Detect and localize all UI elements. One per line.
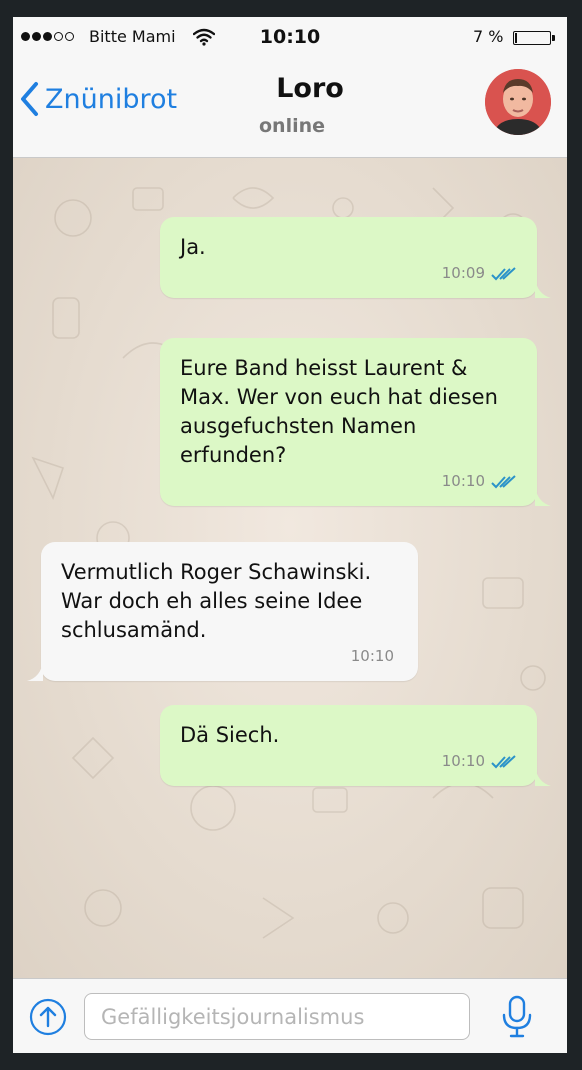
message-meta: 10:10: [442, 467, 517, 496]
double-check-icon: [491, 474, 516, 488]
message-time: 10:10: [350, 647, 394, 665]
message-line: ausgefuchsten Namen: [180, 414, 417, 438]
chat-header: Znünibrot Loro online: [13, 59, 567, 158]
message-line: Vermutlich Roger Schawinski.: [61, 560, 372, 584]
message-text: Ja.: [180, 233, 517, 262]
message-time: 10:10: [441, 472, 485, 490]
message-time: 10:09: [441, 264, 485, 282]
double-check-icon: [491, 266, 516, 280]
message-meta: 10:10: [442, 747, 517, 776]
message-bubble-outgoing[interactable]: Eure Band heisst Laurent & Max. Wer von …: [160, 338, 551, 506]
battery-percent: 7 %: [473, 27, 504, 46]
message-bubble-outgoing[interactable]: Ja. 10:09: [160, 217, 551, 298]
arrow-up-circle-icon[interactable]: [29, 998, 67, 1036]
bubble-tail: [535, 278, 551, 298]
phone-screen: Bitte Mami 10:10 7 % Znünibrot Loro onli…: [13, 17, 567, 1053]
message-text: Vermutlich Roger Schawinski. War doch eh…: [61, 558, 398, 645]
message-line: Dä Siech.: [180, 723, 280, 747]
message-text: Eure Band heisst Laurent & Max. Wer von …: [180, 354, 517, 470]
avatar[interactable]: [485, 69, 551, 135]
message-line: War doch eh alles seine Idee: [61, 589, 363, 613]
message-bubble-outgoing[interactable]: Dä Siech. 10:10: [160, 705, 551, 786]
message-line: schlusamänd.: [61, 618, 207, 642]
message-input[interactable]: [84, 993, 470, 1040]
bubble-tail: [535, 766, 551, 786]
battery-level: [515, 33, 518, 43]
microphone-icon[interactable]: [501, 995, 533, 1039]
status-bar: Bitte Mami 10:10 7 %: [13, 17, 567, 59]
message-bubble-incoming[interactable]: Vermutlich Roger Schawinski. War doch eh…: [27, 542, 418, 681]
avatar-photo: [485, 69, 551, 135]
message-meta: 10:10: [351, 642, 394, 671]
double-check-icon: [491, 754, 516, 768]
chat-area[interactable]: Ja. 10:09 Eure Band heisst Laurent & Max…: [13, 158, 567, 978]
message-meta: 10:09: [442, 259, 517, 288]
message-time: 10:10: [441, 752, 485, 770]
message-text: Dä Siech.: [180, 721, 517, 750]
battery-icon: [513, 31, 555, 45]
contact-name[interactable]: Loro: [13, 73, 567, 104]
message-line: Max. Wer von euch hat diesen: [180, 385, 498, 409]
message-line: Eure Band heisst Laurent &: [180, 356, 468, 380]
contact-status: online: [258, 115, 326, 137]
bubble-tail: [27, 661, 43, 681]
bubble-tail: [535, 486, 551, 506]
message-line: erfunden?: [180, 443, 287, 467]
message-input-bar: [13, 978, 567, 1053]
message-line: Ja.: [180, 235, 206, 259]
